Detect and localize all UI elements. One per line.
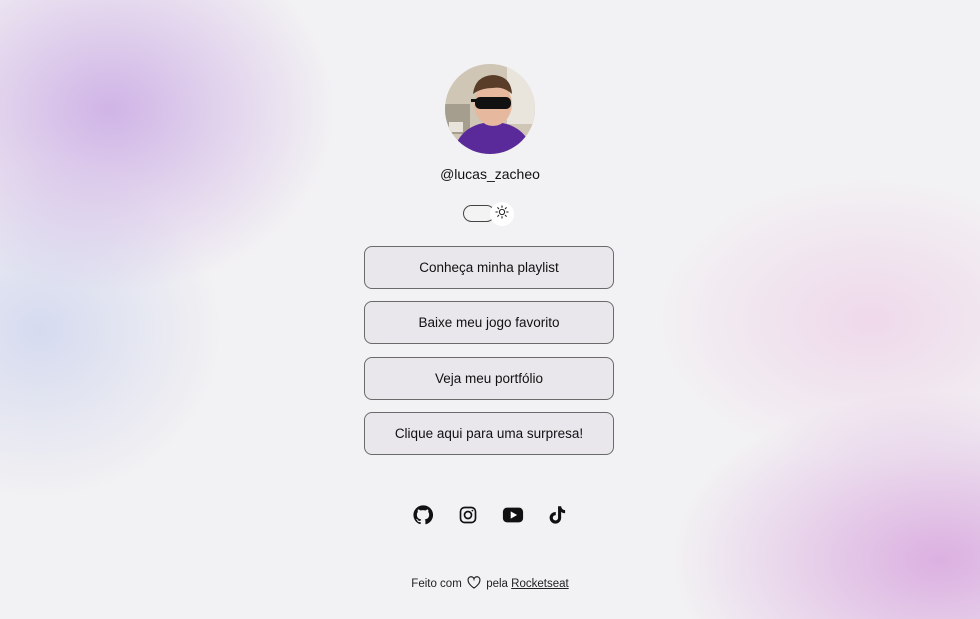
profile: @lucas_zacheo [0, 64, 980, 183]
profile-handle: @lucas_zacheo [440, 166, 540, 182]
heart-icon [467, 576, 481, 592]
footer-middle: pela [486, 578, 508, 590]
theme-toggle[interactable] [463, 202, 515, 226]
surprise-link-button[interactable]: Clique aqui para uma surpresa! [364, 411, 614, 455]
sun-icon [495, 204, 509, 224]
instagram-icon[interactable] [456, 503, 480, 527]
playlist-link-button[interactable]: Conheça minha playlist [364, 246, 614, 289]
rocketseat-link[interactable]: Rocketseat [511, 578, 569, 590]
social-links [0, 503, 980, 527]
tiktok-icon[interactable] [546, 503, 570, 527]
portfolio-link-button[interactable]: Veja meu portfólio [364, 356, 614, 400]
footer-prefix: Feito com [411, 578, 462, 590]
link-list: Conheça minha playlist Baixe meu jogo fa… [364, 246, 614, 467]
footer: Feito com pela Rocketseat [0, 576, 980, 592]
youtube-icon[interactable] [501, 503, 525, 527]
toggle-knob[interactable] [490, 202, 514, 226]
github-icon[interactable] [411, 503, 435, 527]
avatar [445, 64, 535, 154]
favorite-game-link-button[interactable]: Baixe meu jogo favorito [364, 301, 614, 345]
